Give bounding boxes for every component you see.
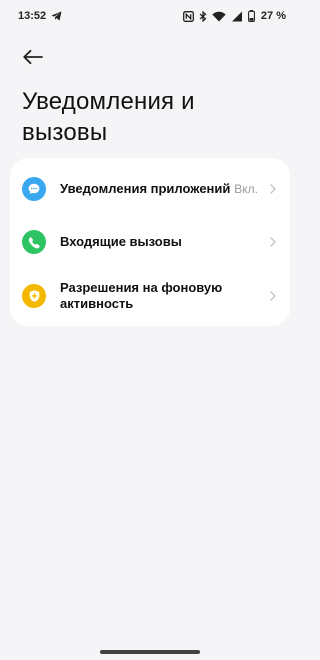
telegram-icon [51,11,62,21]
chevron-right-icon [270,237,276,247]
page-title: Уведомления и вызовы [22,88,195,146]
status-time: 13:52 [18,10,47,22]
settings-item-label: Уведомления приложений [60,181,231,196]
arrow-left-icon [23,49,43,65]
chevron-right-icon [270,291,276,301]
status-left: 13:52 [18,10,62,22]
chevron-right-icon [270,184,276,194]
settings-item-label: Входящие вызовы [60,234,182,249]
phone-icon [22,230,46,254]
battery-percent: 27 % [260,10,286,22]
battery-icon [247,10,255,22]
status-right: 27 % [182,10,286,22]
settings-card: Уведомления приложений Вкл. Входящие выз… [10,158,290,326]
settings-item-app-notifications[interactable]: Уведомления приложений Вкл. [10,163,290,215]
status-bar: 13:52 27 % [0,0,300,32]
nfc-icon [182,10,194,22]
settings-item-incoming-calls[interactable]: Входящие вызовы [10,216,290,268]
wifi-icon [212,11,226,22]
bluetooth-icon [199,10,207,22]
shield-icon [22,284,46,308]
settings-item-value: Вкл. [234,182,258,196]
signal-icon [231,11,243,22]
settings-item-background-activity[interactable]: Разрешения на фоновую активность [10,270,290,322]
settings-item-label: Разрешения на фоновую активность [60,280,223,311]
gesture-navigation-bar[interactable] [100,650,200,654]
message-bubble-icon [22,177,46,201]
back-button[interactable] [18,44,48,70]
